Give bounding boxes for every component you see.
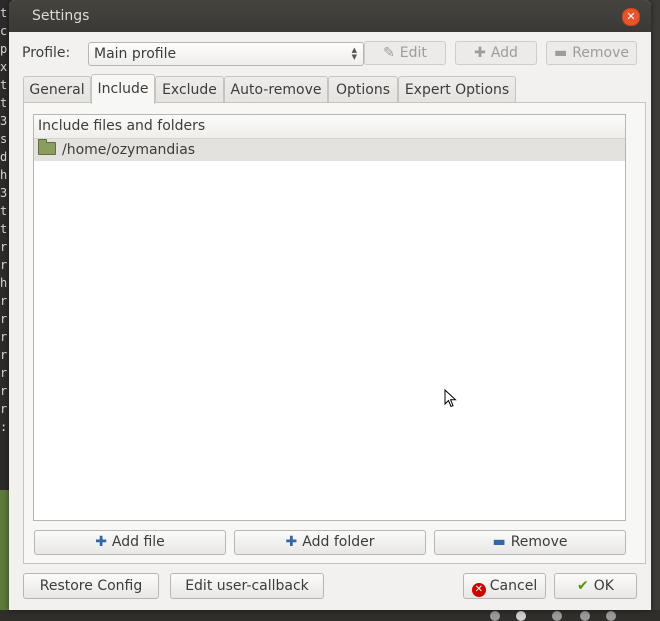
add-folder-label: Add folder (302, 534, 375, 550)
close-icon[interactable]: ✕ (622, 8, 640, 26)
tab-general[interactable]: General (23, 76, 91, 103)
minus-icon: ▬ (553, 45, 568, 61)
edit-profile-label: Edit (399, 45, 427, 61)
list-item-path: /home/ozymandias (62, 142, 196, 158)
tab-expert-options-label: Expert Options (404, 82, 510, 98)
tab-general-label: General (29, 82, 85, 98)
spin-arrows-icon: ▲ ▼ (351, 46, 357, 61)
tray-icon[interactable] (552, 611, 562, 621)
add-profile-label: Add (490, 45, 518, 61)
title-bar[interactable]: Settings ✕ (9, 0, 651, 32)
edit-icon: ✎ (383, 45, 395, 61)
ok-button[interactable]: ✔ OK (554, 573, 637, 599)
edit-user-callback-label: Edit user-callback (185, 578, 309, 594)
settings-window: Settings ✕ Profile: Main profile ▲ ▼ ✎ Edi… (9, 0, 651, 610)
tab-options-label: Options (335, 82, 391, 98)
cancel-label: Cancel (489, 578, 538, 594)
edit-profile-button[interactable]: ✎ Edit (364, 41, 446, 65)
restore-config-button[interactable]: Restore Config (23, 573, 159, 599)
checkmark-icon: ✔ (577, 578, 589, 594)
tab-auto-remove-label: Auto-remove (230, 82, 322, 98)
add-folder-button[interactable]: ✚ Add folder (234, 530, 426, 555)
tab-exclude-label: Exclude (162, 82, 217, 98)
tab-include-label: Include (97, 81, 149, 97)
profile-label: Profile: (22, 45, 71, 61)
profile-select-value: Main profile (94, 46, 177, 62)
ok-label: OK (593, 578, 614, 594)
add-file-button[interactable]: ✚ Add file (34, 530, 226, 555)
list-item[interactable]: /home/ozymandias (34, 139, 625, 161)
mouse-pointer-icon (444, 389, 457, 408)
tray-icon[interactable] (606, 611, 616, 621)
plus-icon: ✚ (285, 534, 298, 550)
tab-exclude[interactable]: Exclude (155, 76, 224, 103)
remove-profile-label: Remove (572, 45, 630, 61)
drive-icon[interactable] (490, 611, 500, 621)
cancel-icon: ✕ (471, 583, 486, 597)
edit-user-callback-button[interactable]: Edit user-callback (170, 573, 324, 599)
taskbar (0, 610, 660, 621)
cancel-button[interactable]: ✕ Cancel (463, 573, 546, 599)
tab-expert-options[interactable]: Expert Options (398, 76, 516, 103)
add-profile-button[interactable]: ✚ Add (455, 41, 537, 65)
remove-item-button[interactable]: ▬ Remove (434, 530, 626, 555)
plus-icon: ✚ (474, 45, 486, 61)
restore-config-label: Restore Config (39, 578, 143, 594)
plus-icon: ✚ (95, 534, 107, 550)
sleep-indicator-icon[interactable] (516, 611, 526, 621)
tab-include[interactable]: Include (91, 74, 155, 104)
include-list-header[interactable]: Include files and folders (34, 115, 625, 139)
add-file-label: Add file (111, 534, 165, 550)
remove-item-label: Remove (510, 534, 568, 550)
window-title: Settings (32, 8, 90, 24)
remove-profile-button[interactable]: ▬ Remove (546, 41, 637, 65)
tab-options[interactable]: Options (328, 76, 398, 103)
minus-icon: ▬ (492, 534, 506, 550)
profile-select[interactable]: Main profile ▲ ▼ (88, 42, 364, 66)
folder-icon (38, 139, 56, 155)
include-list[interactable]: Include files and folders /home/ozymandi… (33, 114, 626, 521)
tray-icon[interactable] (580, 611, 590, 621)
include-list-header-label: Include files and folders (38, 118, 206, 134)
tab-auto-remove[interactable]: Auto-remove (224, 76, 328, 103)
